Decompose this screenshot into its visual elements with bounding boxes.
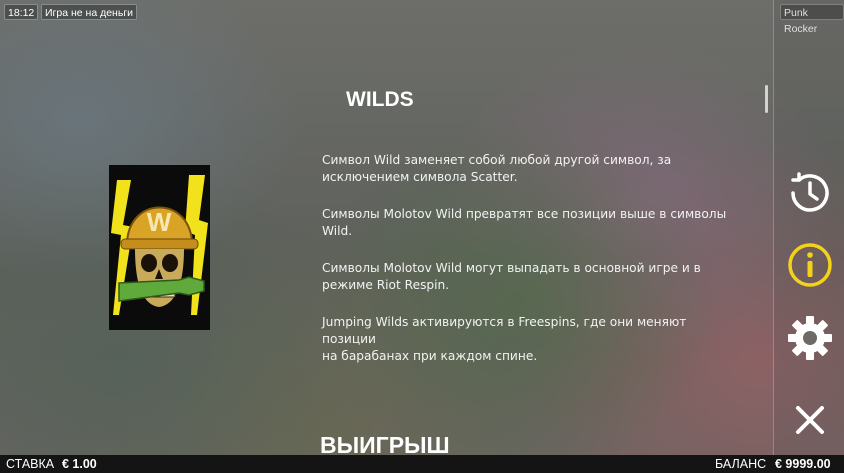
paragraph-line: режиме Riot Respin. bbox=[322, 278, 450, 292]
paragraph-3: Символы Molotov Wild могут выпадать в ос… bbox=[322, 260, 742, 294]
paragraph-line: Jumping Wilds активируются в Freespins, … bbox=[322, 315, 687, 346]
bet-label: СТАВКА bbox=[6, 457, 55, 471]
paragraph-line: исключением символа Scatter. bbox=[322, 170, 518, 184]
bottom-bar: СТАВКА € 1.00 БАЛАНС € 9999.00 bbox=[0, 455, 844, 473]
paragraph-4: Jumping Wilds активируются в Freespins, … bbox=[322, 314, 742, 365]
paragraph-line: Символы Molotov Wild превратят все позиц… bbox=[322, 207, 727, 221]
paragraph-2: Символы Molotov Wild превратят все позиц… bbox=[322, 206, 742, 240]
close-icon bbox=[796, 406, 824, 434]
bet-value: € 1.00 bbox=[62, 457, 97, 471]
side-panel bbox=[773, 0, 844, 455]
paragraph-line: Символ Wild заменяет собой любой другой … bbox=[322, 153, 672, 167]
close-button[interactable] bbox=[790, 400, 830, 440]
info-button[interactable] bbox=[785, 240, 835, 290]
paragraph-line: Символы Molotov Wild могут выпадать в ос… bbox=[322, 261, 701, 275]
balance-label: БАЛАНС bbox=[715, 457, 767, 471]
scrollbar-thumb[interactable] bbox=[765, 85, 768, 113]
wild-letter: W bbox=[147, 207, 172, 237]
history-button[interactable] bbox=[785, 168, 835, 218]
balance-value: € 9999.00 bbox=[775, 457, 831, 471]
gear-icon bbox=[788, 316, 832, 360]
clock: 18:12 bbox=[4, 4, 39, 20]
paragraph-line: на барабанах при каждом спине. bbox=[322, 349, 538, 363]
section-title-wilds: WILDS bbox=[346, 88, 414, 111]
paragraph-line: Wild. bbox=[322, 224, 353, 238]
history-clock-icon bbox=[791, 172, 829, 212]
play-mode-badge: Игра не на деньги bbox=[41, 4, 138, 20]
wild-symbol-image: W bbox=[109, 165, 210, 330]
paragraph-1: Символ Wild заменяет собой любой другой … bbox=[322, 152, 742, 186]
previous-text-cut-off: — — — — — — — — — — — — — — — bbox=[320, 0, 710, 4]
settings-button[interactable] bbox=[785, 313, 835, 363]
info-icon bbox=[788, 243, 832, 287]
